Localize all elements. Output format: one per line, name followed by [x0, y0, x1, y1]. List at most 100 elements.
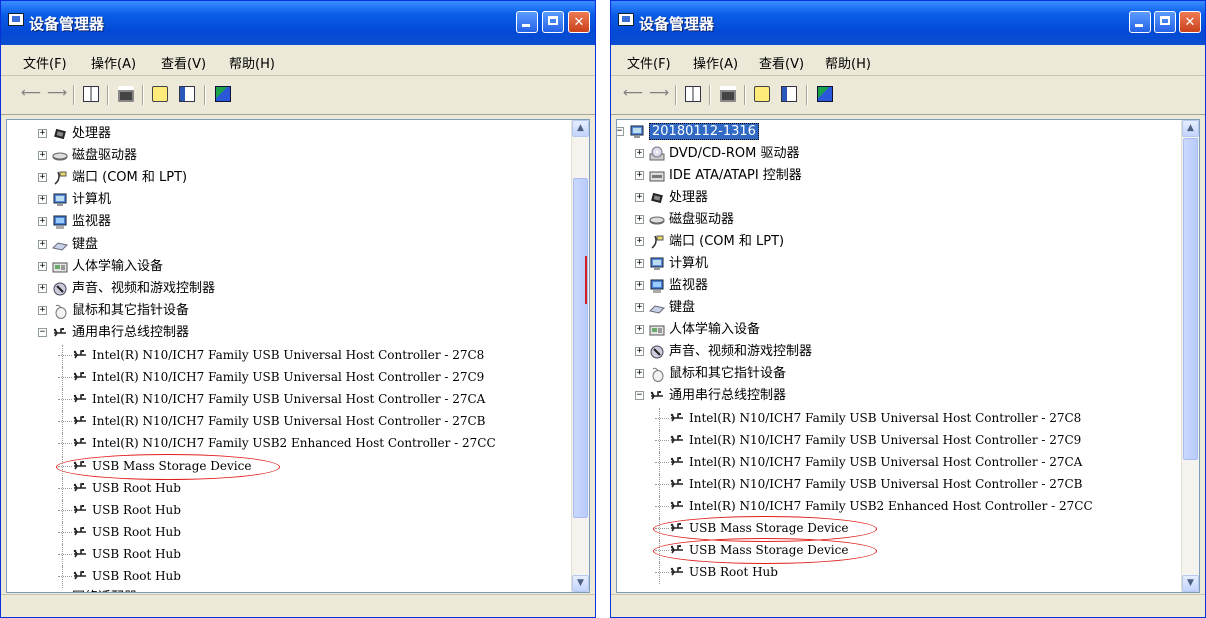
forward-arrow-icon[interactable]: ⟶ — [649, 85, 669, 101]
tree-item[interactable]: + 磁盘驱动器 — [617, 210, 1181, 230]
tree-item[interactable]: Intel(R) N10/ICH7 Family USB Universal H… — [7, 345, 571, 368]
menu-action[interactable]: 操作(A) — [91, 53, 136, 72]
tree-item[interactable]: + 鼠标和其它指针设备 — [7, 301, 571, 321]
scan-hardware-icon[interactable] — [817, 86, 833, 102]
tree-item[interactable]: + 鼠标和其它指针设备 — [617, 364, 1181, 384]
expand-button[interactable]: + — [635, 237, 644, 246]
device-tree-pane[interactable]: + 处理器 + 磁盘驱动器 + 端口 (COM 和 LPT) + 计算机 + 监视器 + 键盘 + 人体学… — [6, 119, 590, 593]
expand-button[interactable]: + — [38, 129, 47, 138]
tree-item[interactable]: USB Root Hub — [617, 562, 1181, 584]
menu-file[interactable]: 文件(F) — [627, 53, 671, 72]
tree-item[interactable]: +网络适配器 — [7, 588, 571, 592]
vertical-scrollbar[interactable]: ▲ ▼ — [571, 120, 589, 592]
menu-view[interactable]: 查看(V) — [161, 53, 206, 72]
print-icon[interactable] — [720, 86, 736, 102]
close-button[interactable]: ✕ — [1179, 11, 1201, 33]
tree-item[interactable]: USB Root Hub — [7, 499, 571, 522]
scroll-up-button[interactable]: ▲ — [1182, 120, 1199, 137]
scroll-down-button[interactable]: ▼ — [1182, 575, 1199, 592]
tree-item[interactable]: + IDE ATA/ATAPI 控制器 — [617, 166, 1181, 186]
back-arrow-icon[interactable]: ⟵ — [21, 85, 41, 101]
scroll-up-button[interactable]: ▲ — [572, 120, 589, 137]
tree-item[interactable]: + 声音、视频和游戏控制器 — [7, 279, 571, 299]
maximize-button[interactable] — [1154, 11, 1176, 33]
expand-button[interactable]: + — [38, 173, 47, 183]
menu-file[interactable]: 文件(F) — [23, 53, 67, 72]
tree-item[interactable]: + 人体学输入设备 — [7, 257, 571, 277]
close-button[interactable]: ✕ — [568, 11, 590, 33]
expand-button[interactable]: + — [38, 305, 47, 315]
vertical-scrollbar[interactable]: ▲ ▼ — [1181, 120, 1199, 592]
properties-icon[interactable] — [781, 86, 797, 102]
back-arrow-icon[interactable]: ⟵ — [623, 85, 643, 101]
minimize-button[interactable] — [516, 11, 538, 33]
scan-hardware-icon[interactable] — [215, 86, 231, 102]
tree-item[interactable]: Intel(R) N10/ICH7 Family USB2 Enhanced H… — [617, 496, 1181, 518]
menu-help[interactable]: 帮助(H) — [229, 53, 275, 72]
device-tree-pane[interactable]: − 20180112-1316 + DVD/CD-ROM 驱动器 + IDE ATA/AT… — [616, 119, 1200, 593]
tree-item[interactable]: Intel(R) N10/ICH7 Family USB Universal H… — [7, 367, 571, 390]
show-hide-console-tree-icon[interactable] — [83, 86, 99, 102]
scroll-down-button[interactable]: ▼ — [572, 575, 589, 592]
expand-button[interactable]: + — [38, 283, 47, 293]
expand-button[interactable]: + — [635, 347, 644, 356]
expand-button[interactable]: + — [635, 215, 644, 224]
print-icon[interactable] — [118, 86, 134, 102]
menu-help[interactable]: 帮助(H) — [825, 53, 871, 72]
tree-item[interactable]: USB Root Hub — [7, 521, 571, 544]
scroll-thumb[interactable] — [573, 178, 588, 518]
menu-view[interactable]: 查看(V) — [759, 53, 804, 72]
tree-item[interactable]: + 人体学输入设备 — [617, 320, 1181, 340]
tree-item[interactable]: + 键盘 — [617, 298, 1181, 318]
expand-button[interactable]: + — [635, 193, 644, 202]
expand-button[interactable]: + — [635, 303, 644, 312]
tree-item[interactable]: + 处理器 — [7, 124, 571, 144]
expand-button[interactable]: + — [38, 261, 47, 271]
collapse-button[interactable]: − — [38, 327, 47, 337]
tree-item[interactable]: − 通用串行总线控制器 — [7, 323, 571, 343]
tree-item[interactable]: + 处理器 — [617, 188, 1181, 208]
tree-item[interactable]: Intel(R) N10/ICH7 Family USB Universal H… — [7, 389, 571, 412]
tree-item[interactable]: − 通用串行总线控制器 — [617, 386, 1181, 406]
expand-button[interactable]: + — [635, 281, 644, 290]
expand-button[interactable]: + — [38, 217, 47, 227]
tree-item[interactable]: Intel(R) N10/ICH7 Family USB2 Enhanced H… — [7, 433, 571, 456]
tree-item[interactable]: Intel(R) N10/ICH7 Family USB Universal H… — [617, 430, 1181, 452]
help-icon[interactable] — [152, 86, 168, 102]
tree-item[interactable]: − 20180112-1316 — [617, 122, 1181, 142]
forward-arrow-icon[interactable]: ⟶ — [47, 85, 67, 101]
minimize-button[interactable] — [1129, 11, 1151, 33]
title-bar[interactable]: 设备管理器 ✕ — [1, 1, 595, 45]
tree-item[interactable]: USB Root Hub — [7, 566, 571, 589]
tree-item[interactable]: + 端口 (COM 和 LPT) — [7, 168, 571, 188]
tree-item[interactable]: + DVD/CD-ROM 驱动器 — [617, 144, 1181, 164]
tree-item[interactable]: + 计算机 — [7, 190, 571, 210]
expand-button[interactable]: + — [38, 195, 47, 205]
expand-button[interactable]: + — [635, 325, 644, 334]
expand-button[interactable]: + — [635, 369, 644, 378]
tree-item[interactable]: USB Root Hub — [7, 543, 571, 566]
collapse-button[interactable]: − — [617, 127, 624, 136]
scroll-thumb[interactable] — [1183, 138, 1198, 460]
tree-item[interactable]: + 声音、视频和游戏控制器 — [617, 342, 1181, 362]
tree-item[interactable]: Intel(R) N10/ICH7 Family USB Universal H… — [617, 452, 1181, 474]
expand-button[interactable]: + — [635, 171, 644, 180]
tree-item[interactable]: + 监视器 — [617, 276, 1181, 296]
properties-icon[interactable] — [179, 86, 195, 102]
expand-button[interactable]: + — [38, 239, 47, 249]
tree-item[interactable]: USB Root Hub — [7, 477, 571, 500]
tree-item[interactable]: Intel(R) N10/ICH7 Family USB Universal H… — [617, 474, 1181, 496]
menu-action[interactable]: 操作(A) — [693, 53, 738, 72]
maximize-button[interactable] — [542, 11, 564, 33]
help-icon[interactable] — [754, 86, 770, 102]
tree-item[interactable]: + 磁盘驱动器 — [7, 146, 571, 166]
title-bar[interactable]: 设备管理器 ✕ — [611, 1, 1205, 45]
tree-item[interactable]: Intel(R) N10/ICH7 Family USB Universal H… — [617, 408, 1181, 430]
collapse-button[interactable]: − — [635, 391, 644, 400]
expand-button[interactable]: + — [635, 149, 644, 158]
tree-item[interactable]: Intel(R) N10/ICH7 Family USB Universal H… — [7, 411, 571, 434]
tree-item[interactable]: + 键盘 — [7, 235, 571, 255]
tree-item[interactable]: + 监视器 — [7, 212, 571, 232]
show-hide-console-tree-icon[interactable] — [685, 86, 701, 102]
tree-item[interactable]: + 计算机 — [617, 254, 1181, 274]
